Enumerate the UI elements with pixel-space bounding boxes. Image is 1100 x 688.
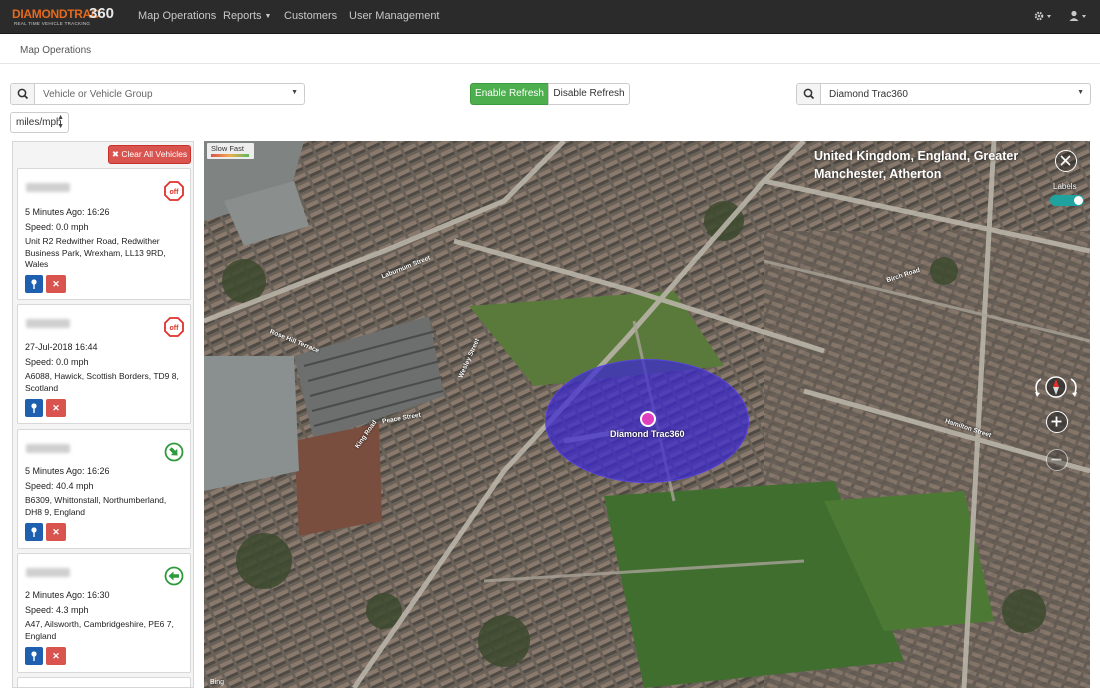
aerial-map[interactable]: Laburnum Street Rose Hill Terrace Wesley… — [204, 141, 1090, 688]
nav-customers[interactable]: Customers — [284, 10, 337, 22]
settings-menu[interactable] — [1034, 10, 1053, 25]
remove-vehicle-button[interactable]: ✕ — [46, 523, 66, 541]
user-menu[interactable] — [1069, 10, 1088, 25]
close-icon: ✕ — [52, 403, 60, 413]
speed-legend-text: Slow Fast — [211, 144, 244, 153]
speed-gradient-bar — [211, 154, 249, 157]
vehicle-speed: Speed: 40.4 mph — [25, 481, 94, 491]
search-icon — [803, 88, 815, 100]
customer-select-value: Diamond Trac360 — [829, 89, 908, 100]
locate-vehicle-button[interactable] — [25, 647, 43, 665]
geofence-center-marker[interactable] — [640, 411, 656, 427]
top-navbar: DIAMONDTRAC 360 REAL TIME VEHICLE TRACKI… — [0, 0, 1100, 34]
moving-direction-icon — [164, 566, 184, 586]
svg-text:off: off — [170, 325, 180, 332]
vehicle-name-redacted — [26, 568, 70, 577]
vehicle-last-seen: 5 Minutes Ago: 16:26 — [25, 207, 110, 217]
brand-name: DIAMONDTRAC — [12, 7, 100, 21]
clear-all-vehicles-button[interactable]: ✖ Clear All Vehicles — [108, 145, 191, 164]
chevron-down-icon: ▼ — [291, 89, 298, 96]
close-location-button[interactable] — [1055, 150, 1077, 172]
vehicle-card[interactable]: off 5 Minutes Ago: 16:26 Speed: 0.0 mph … — [17, 168, 191, 300]
units-value: miles/mph — [16, 117, 62, 128]
units-select[interactable]: miles/mph ▲ ▼ — [10, 112, 69, 133]
remove-vehicle-button[interactable]: ✕ — [46, 647, 66, 665]
remove-vehicle-button[interactable]: ✕ — [46, 399, 66, 417]
breadcrumb: Map Operations — [20, 45, 92, 56]
vehicle-speed: Speed: 4.3 mph — [25, 605, 89, 615]
vehicle-address: Unit R2 Redwither Road, Redwither Busine… — [25, 236, 166, 269]
breadcrumb-bar: Map Operations — [0, 34, 1100, 64]
svg-text:off: off — [170, 189, 180, 196]
map-pin-icon — [31, 403, 37, 413]
close-icon: ✖ — [111, 149, 120, 159]
locate-vehicle-button[interactable] — [25, 523, 43, 541]
locate-vehicle-button[interactable] — [25, 399, 43, 417]
brand-360: 360 — [89, 5, 115, 22]
vehicle-last-seen: 2 Minutes Ago: 16:30 — [25, 590, 110, 600]
customer-select[interactable]: Diamond Trac360 ▼ — [796, 83, 1091, 105]
vehicle-card[interactable]: 2 Minutes Ago: 16:30 Speed: 4.3 mph A47,… — [17, 553, 191, 673]
minus-icon — [1051, 458, 1062, 461]
labels-toggle[interactable] — [1050, 195, 1084, 206]
remove-vehicle-button[interactable]: ✕ — [46, 275, 66, 293]
vehicle-card[interactable] — [17, 677, 191, 687]
chevron-down-icon: ▼ — [1077, 89, 1084, 96]
brand-tagline: REAL TIME VEHICLE TRACKING — [14, 21, 91, 26]
clear-all-vehicles-label: Clear All Vehicles — [121, 149, 188, 159]
vehicle-address: A6088, Hawick, Scottish Borders, TD9 8, … — [25, 371, 179, 393]
map-pin-icon — [31, 527, 37, 537]
brand-logo[interactable]: DIAMONDTRAC 360 REAL TIME VEHICLE TRACKI… — [12, 5, 116, 29]
close-icon: ✕ — [52, 651, 60, 661]
disable-refresh-button[interactable]: Disable Refresh — [548, 83, 630, 105]
search-icon — [17, 88, 29, 100]
map-pin-icon — [31, 651, 37, 661]
close-icon: ✕ — [52, 527, 60, 537]
close-icon: ✕ — [52, 279, 60, 289]
search-addon — [11, 84, 35, 104]
vehicle-address: A47, Ailsworth, Cambridgeshire, PE6 7, E… — [25, 619, 174, 641]
enable-refresh-button[interactable]: Enable Refresh — [470, 83, 549, 105]
vehicle-name-redacted — [26, 183, 70, 192]
plus-icon — [1051, 416, 1062, 427]
search-addon — [797, 84, 821, 104]
nav-map-operations[interactable]: Map Operations — [138, 10, 216, 22]
gear-icon — [1034, 11, 1051, 21]
vehicle-card[interactable]: off 27-Jul-2018 16:44 Speed: 0.0 mph A60… — [17, 304, 191, 424]
status-off-icon: off — [164, 181, 184, 201]
close-icon — [1060, 155, 1071, 166]
labels-toggle-label: Labels — [1053, 182, 1077, 191]
map-pin-icon — [31, 279, 37, 289]
vehicle-name-redacted — [26, 319, 70, 328]
nav-reports[interactable]: Reports ▼ — [223, 10, 271, 22]
nav-reports-label: Reports — [223, 10, 262, 22]
zoom-out-button[interactable] — [1046, 449, 1068, 471]
compass-icon[interactable] — [1031, 375, 1081, 399]
speed-legend: Slow Fast — [207, 143, 254, 159]
chevron-down-icon: ▼ — [264, 13, 272, 20]
zoom-in-button[interactable] — [1046, 411, 1068, 433]
spinner-icon: ▲ ▼ — [57, 114, 64, 130]
user-icon — [1069, 10, 1086, 21]
vehicle-list-panel: ✖ Clear All Vehicles off 5 Minutes Ago: … — [12, 141, 194, 688]
location-title: United Kingdom, England, Greater Manches… — [814, 149, 1019, 181]
map-attribution: Bing — [210, 679, 225, 686]
moving-direction-icon — [164, 442, 184, 462]
status-off-icon: off — [164, 317, 184, 337]
toggle-knob — [1074, 196, 1083, 205]
vehicle-select[interactable]: Vehicle or Vehicle Group ▼ — [10, 83, 305, 105]
vehicle-last-seen: 27-Jul-2018 16:44 — [25, 342, 98, 352]
vehicle-select-placeholder: Vehicle or Vehicle Group — [43, 89, 153, 100]
vehicle-speed: Speed: 0.0 mph — [25, 222, 89, 232]
nav-user-management[interactable]: User Management — [349, 10, 440, 22]
vehicle-speed: Speed: 0.0 mph — [25, 357, 89, 367]
locate-vehicle-button[interactable] — [25, 275, 43, 293]
vehicle-card[interactable]: 5 Minutes Ago: 16:26 Speed: 40.4 mph B63… — [17, 429, 191, 549]
vehicle-last-seen: 5 Minutes Ago: 16:26 — [25, 466, 110, 476]
geofence-label: Diamond Trac360 — [610, 429, 685, 439]
vehicle-address: B6309, Whittonstall, Northumberland, DH8… — [25, 495, 167, 517]
vehicle-name-redacted — [26, 444, 70, 453]
